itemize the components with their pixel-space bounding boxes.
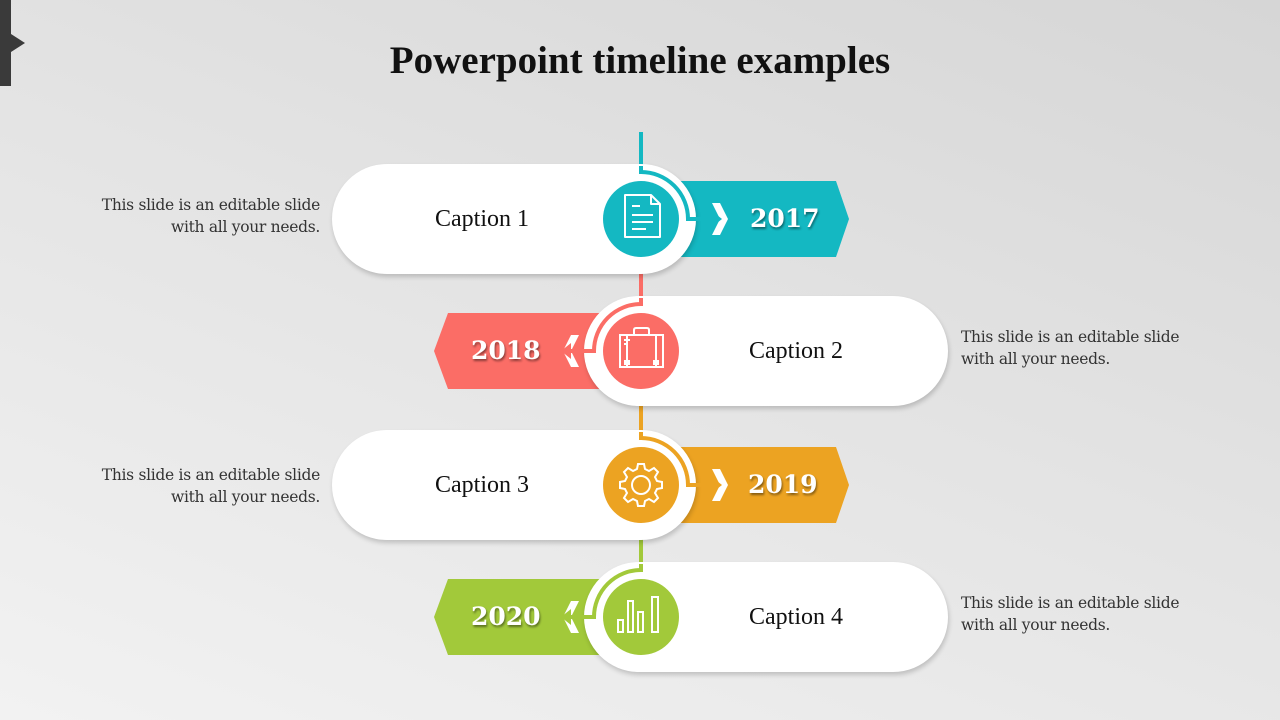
hub-2017 [589,166,722,271]
hub-2019 [589,432,722,537]
timeline-hubs [561,166,722,669]
